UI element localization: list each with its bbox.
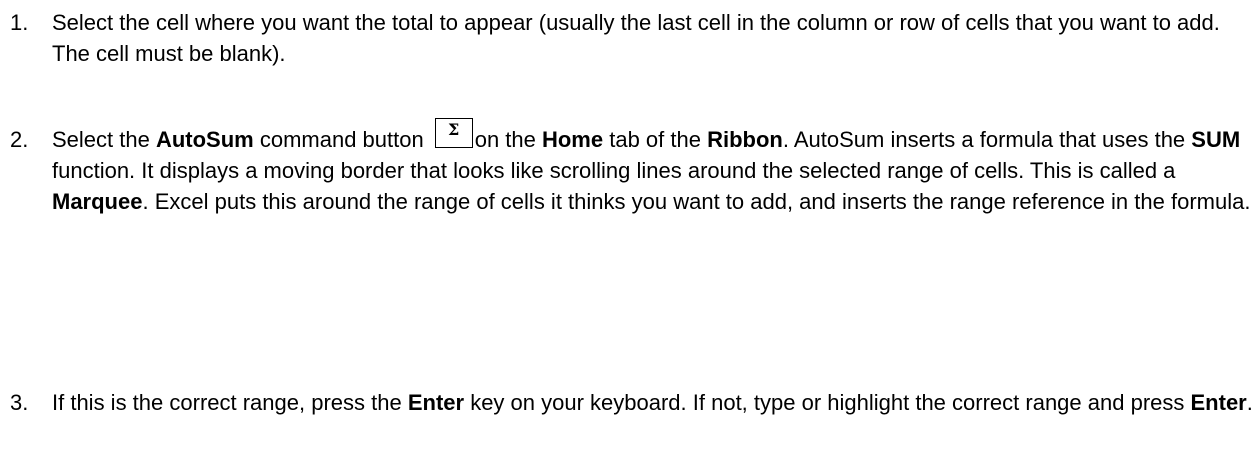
step-text-segment: Select the [52,127,156,152]
step-text-bold: Marquee [52,189,143,214]
step-text-segment: on the [474,127,542,152]
step-text-bold: Ribbon [707,127,783,152]
step-text-bold: Enter [407,390,465,415]
step-text-bold: Home [541,127,604,152]
step-text-segment: . Excel puts this around the range of ce… [142,189,1251,214]
step-text-bold: Enter [1190,390,1247,415]
step-number: 2. [10,127,29,152]
step-text: If this is the correct range, press the … [52,387,1257,418]
step-text-segment: tab of the [603,127,708,152]
step-text: Select the cell where you want the total… [52,7,1257,69]
step-text-segment: key on your keyboard. If not, type or hi… [464,390,1191,415]
step-number: 3. [10,390,29,415]
step-text-segment: function. It displays a moving border th… [52,158,1176,183]
step-text-segment: . AutoSum inserts a formula that uses th… [782,127,1192,152]
autosum-sigma-icon: Σ [434,118,473,148]
instruction-steps: 1. Select the cell where you want the to… [0,0,1260,449]
step-text-bold: SUM [1191,127,1241,152]
step-text-segment: command button [253,127,424,152]
step-text: Select the AutoSum command button Σon the… [52,118,1257,217]
step-text-bold: AutoSum [155,127,254,152]
step-number: 1. [10,10,29,35]
step-text-segment: . [1246,390,1253,415]
step-text-segment: Select the cell where you want the total… [52,10,1220,66]
step-text-segment: If this is the correct range, press the [52,390,408,415]
